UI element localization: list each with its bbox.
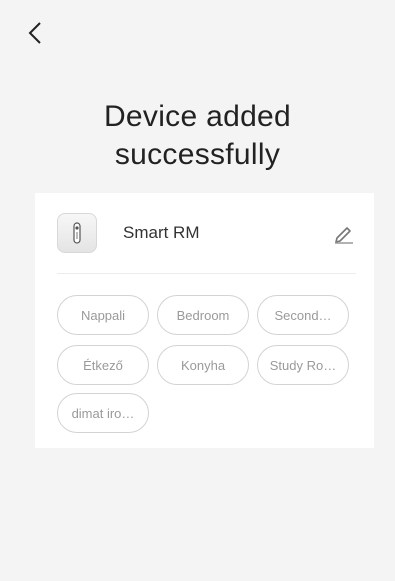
room-chip[interactable]: Bedroom bbox=[157, 295, 249, 335]
remote-control-icon bbox=[57, 213, 97, 253]
room-chip[interactable]: Study Ro… bbox=[257, 345, 349, 385]
back-button[interactable] bbox=[20, 18, 50, 48]
room-chip[interactable]: Konyha bbox=[157, 345, 249, 385]
screen: Device added successfully Smart RM Nappa… bbox=[0, 0, 395, 581]
page-title: Device added successfully bbox=[0, 98, 395, 174]
edit-device-name-button[interactable] bbox=[332, 221, 356, 245]
pencil-icon bbox=[335, 227, 353, 244]
room-chip[interactable]: Second… bbox=[257, 295, 349, 335]
chevron-left-icon bbox=[28, 22, 41, 44]
device-row: Smart RM bbox=[57, 213, 356, 255]
room-chip[interactable]: Étkező bbox=[57, 345, 149, 385]
divider bbox=[57, 273, 356, 274]
page-title-line-2: successfully bbox=[114, 138, 281, 171]
page-title-line-1: Device added bbox=[103, 100, 292, 133]
device-name: Smart RM bbox=[123, 223, 200, 242]
room-chip[interactable]: Nappali bbox=[57, 295, 149, 335]
device-card: Smart RM Nappali Bedroom Second… Étkező … bbox=[35, 193, 374, 448]
room-chip[interactable]: dimat iro… bbox=[57, 393, 149, 433]
